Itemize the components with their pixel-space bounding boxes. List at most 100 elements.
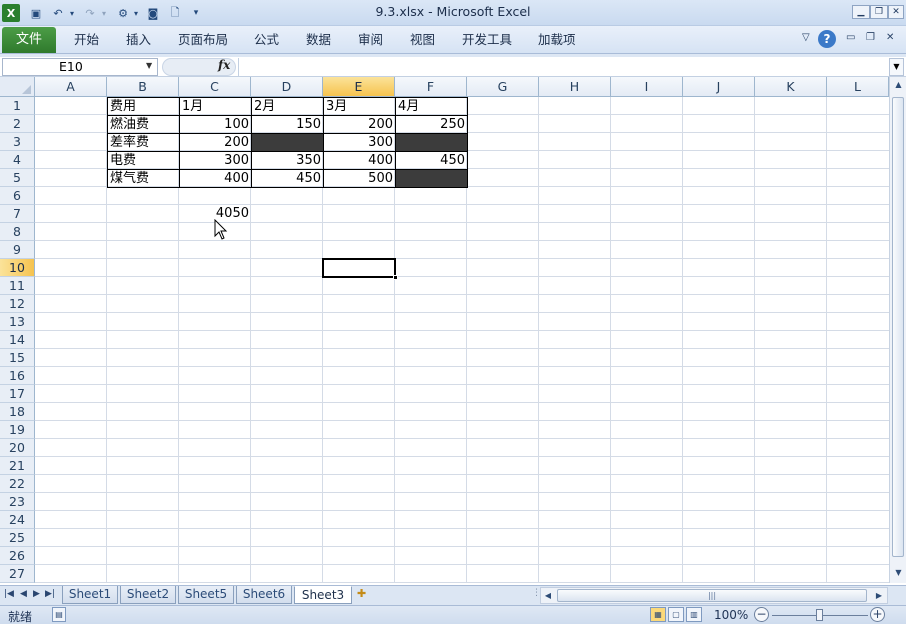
scroll-right-icon[interactable]: ▶ (872, 588, 886, 603)
expand-formula-bar-icon[interactable]: ▼ (889, 58, 904, 76)
tab-developer[interactable]: 开发工具 (462, 26, 512, 53)
tab-formulas[interactable]: 公式 (254, 26, 279, 53)
row-header-2[interactable]: 2 (0, 115, 35, 133)
column-header-i[interactable]: I (611, 77, 683, 97)
row-header-27[interactable]: 27 (0, 565, 35, 583)
doc-restore-icon[interactable]: ❐ (866, 32, 875, 43)
minimize-icon[interactable]: ▁ (852, 5, 870, 19)
column-header-l[interactable]: L (827, 77, 889, 97)
cell-e1[interactable]: 3月 (323, 97, 396, 116)
first-sheet-icon[interactable]: |◀ (4, 589, 14, 599)
tab-view[interactable]: 视图 (410, 26, 435, 53)
column-header-g[interactable]: G (467, 77, 539, 97)
zoom-in-icon[interactable]: + (870, 607, 885, 622)
cell-c1[interactable]: 1月 (179, 97, 252, 116)
row-header-18[interactable]: 18 (0, 403, 35, 421)
row-header-15[interactable]: 15 (0, 349, 35, 367)
cell-b5[interactable]: 煤气费 (107, 169, 180, 188)
cell-b4[interactable]: 电费 (107, 151, 180, 170)
tab-insert[interactable]: 插入 (126, 26, 151, 53)
sheet-tab-sheet6[interactable]: Sheet6 (236, 586, 292, 604)
column-header-b[interactable]: B (107, 77, 179, 97)
next-sheet-icon[interactable]: ▶ (33, 589, 40, 599)
sheet-tab-sheet3[interactable]: Sheet3 (294, 586, 352, 604)
cell-d3[interactable] (251, 133, 324, 152)
cell-d2[interactable]: 150 (251, 115, 324, 134)
cell-b3[interactable]: 差率费 (107, 133, 180, 152)
row-header-25[interactable]: 25 (0, 529, 35, 547)
row-header-16[interactable]: 16 (0, 367, 35, 385)
fill-handle[interactable] (393, 275, 398, 280)
sheet-tab-sheet2[interactable]: Sheet2 (120, 586, 176, 604)
row-header-22[interactable]: 22 (0, 475, 35, 493)
tab-file[interactable]: 文件 (2, 27, 56, 53)
select-all-button[interactable] (0, 77, 35, 97)
cell-area[interactable]: 费用 1月 2月 3月 4月 燃油费 100 150 200 250 差率费 200 300 电费 300 3… (35, 97, 889, 583)
close-icon[interactable]: ✕ (888, 5, 904, 19)
cell-e3[interactable]: 300 (323, 133, 396, 152)
row-header-26[interactable]: 26 (0, 547, 35, 565)
row-header-11[interactable]: 11 (0, 277, 35, 295)
cell-f2[interactable]: 250 (395, 115, 468, 134)
cell-b2[interactable]: 燃油费 (107, 115, 180, 134)
row-header-19[interactable]: 19 (0, 421, 35, 439)
row-header-24[interactable]: 24 (0, 511, 35, 529)
cell-f3[interactable] (395, 133, 468, 152)
chevron-down-icon[interactable]: ▼ (146, 58, 156, 74)
tab-data[interactable]: 数据 (306, 26, 331, 53)
active-cell-selection[interactable] (322, 258, 396, 278)
tab-page-layout[interactable]: 页面布局 (178, 26, 228, 53)
cell-d4[interactable]: 350 (251, 151, 324, 170)
cell-f1[interactable]: 4月 (395, 97, 468, 116)
sheet-tab-sheet1[interactable]: Sheet1 (62, 586, 118, 604)
column-header-c[interactable]: C (179, 77, 251, 97)
row-header-6[interactable]: 6 (0, 187, 35, 205)
cell-f4[interactable]: 450 (395, 151, 468, 170)
formula-input[interactable] (238, 58, 888, 76)
normal-view-icon[interactable]: ▦ (650, 607, 666, 622)
tab-add-ins[interactable]: 加载项 (538, 26, 576, 53)
help-icon[interactable]: ? (818, 30, 836, 48)
row-header-8[interactable]: 8 (0, 223, 35, 241)
vertical-scrollbar[interactable]: ▲ ▼ (889, 77, 906, 583)
zoom-slider-thumb[interactable] (816, 609, 823, 621)
insert-function-icon[interactable]: fx (218, 58, 230, 72)
row-header-9[interactable]: 9 (0, 241, 35, 259)
name-box[interactable]: E10 (2, 58, 158, 76)
cell-e4[interactable]: 400 (323, 151, 396, 170)
sheet-tab-sheet5[interactable]: Sheet5 (178, 586, 234, 604)
doc-minimize-icon[interactable]: ▭ (846, 32, 855, 43)
page-break-view-icon[interactable]: ▥ (686, 607, 702, 622)
scroll-up-icon[interactable]: ▲ (891, 77, 906, 93)
cell-d5[interactable]: 450 (251, 169, 324, 188)
restore-icon[interactable]: ❐ (870, 5, 888, 19)
doc-close-icon[interactable]: ✕ (886, 32, 894, 43)
row-header-4[interactable]: 4 (0, 151, 35, 169)
horizontal-scroll-thumb[interactable]: ||| (557, 589, 867, 602)
row-header-1[interactable]: 1 (0, 97, 35, 115)
cell-c3[interactable]: 200 (179, 133, 252, 152)
insert-sheet-icon[interactable]: ✚ (357, 587, 366, 600)
cell-b1[interactable]: 费用 (107, 97, 180, 116)
row-header-3[interactable]: 3 (0, 133, 35, 151)
scroll-left-icon[interactable]: ◀ (541, 588, 555, 603)
tab-review[interactable]: 审阅 (358, 26, 383, 53)
row-header-12[interactable]: 12 (0, 295, 35, 313)
cell-e5[interactable]: 500 (323, 169, 396, 188)
zoom-out-icon[interactable]: − (754, 607, 769, 622)
column-header-d[interactable]: D (251, 77, 323, 97)
row-header-10[interactable]: 10 (0, 259, 35, 277)
cell-f5[interactable] (395, 169, 468, 188)
row-header-20[interactable]: 20 (0, 439, 35, 457)
column-header-f[interactable]: F (395, 77, 467, 97)
cell-c4[interactable]: 300 (179, 151, 252, 170)
last-sheet-icon[interactable]: ▶| (45, 589, 55, 599)
column-header-h[interactable]: H (539, 77, 611, 97)
cell-c2[interactable]: 100 (179, 115, 252, 134)
column-header-k[interactable]: K (755, 77, 827, 97)
vertical-scroll-thumb[interactable] (892, 97, 904, 557)
scroll-down-icon[interactable]: ▼ (891, 565, 906, 581)
cell-e2[interactable]: 200 (323, 115, 396, 134)
cell-c5[interactable]: 400 (179, 169, 252, 188)
row-header-14[interactable]: 14 (0, 331, 35, 349)
